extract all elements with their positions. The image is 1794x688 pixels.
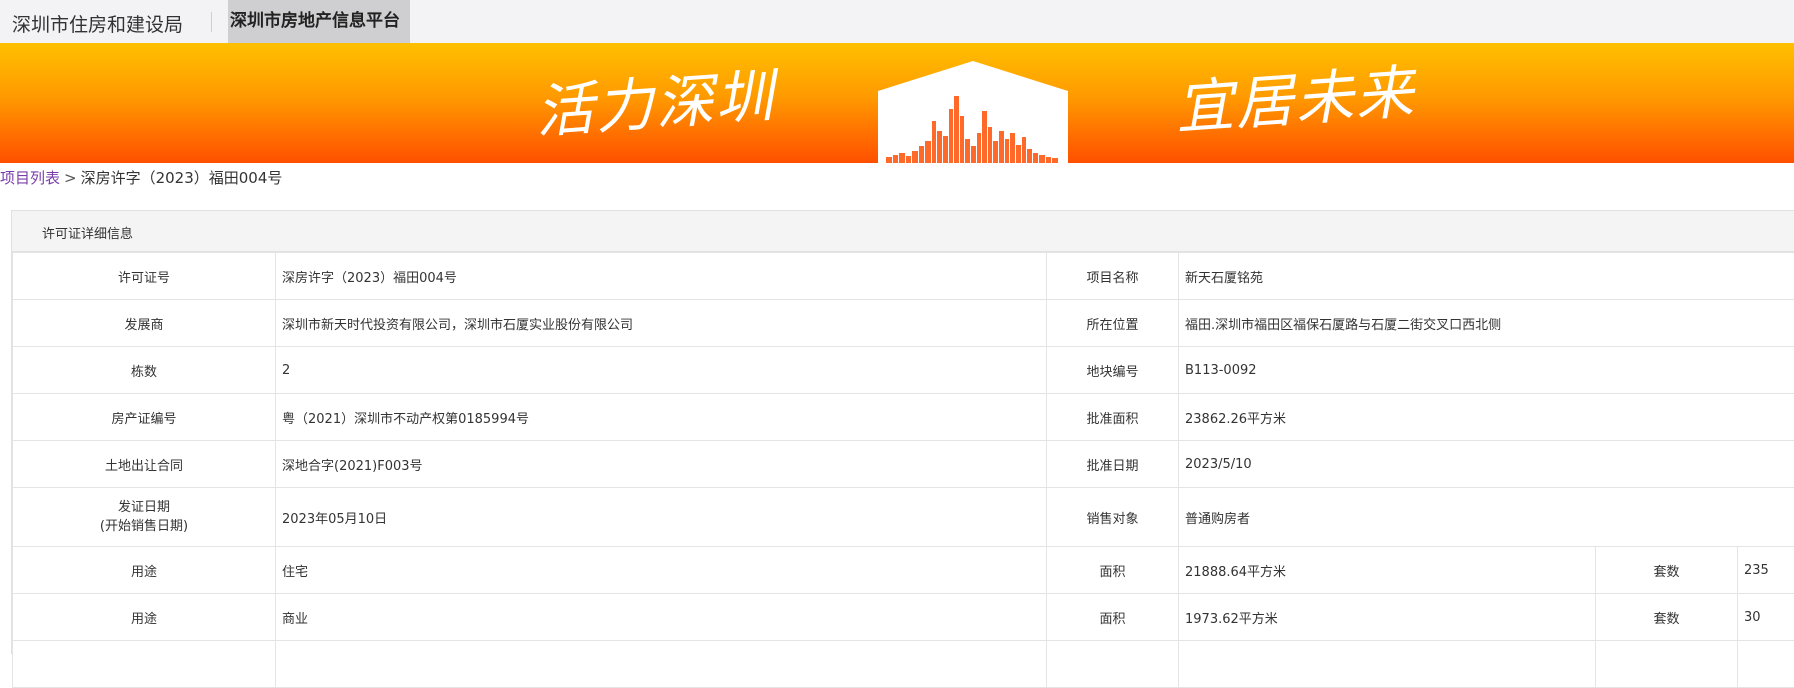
breadcrumb: 项目列表>深房许字（2023）福田004号 [0,167,282,188]
top-navigation-bar: 深圳市住房和建设局 深圳市房地产信息平台 [0,0,1794,44]
usage-area-value: 1973.62平方米 [1179,594,1596,641]
property-cert-value: 粤（2021）深圳市不动产权第0185994号 [276,394,1047,441]
project-name-label: 项目名称 [1047,253,1179,300]
usage-units-label: 套数 [1596,547,1738,594]
sales-target-value: 普通购房者 [1179,488,1794,547]
permit-detail-table: 许可证号 深房许字（2023）福田004号 项目名称 新天石厦铭苑 发展商 深圳… [12,252,1794,688]
issue-date-label-line2: (开始销售日期) [19,517,269,536]
usage-label: 用途 [13,594,276,641]
permit-no-value: 深房许字（2023）福田004号 [276,253,1047,300]
table-row-partial [13,641,1794,688]
usage-units-value: 30 [1738,594,1794,641]
table-row: 发展商 深圳市新天时代投资有限公司，深圳市石厦实业股份有限公司 所在位置 福田.… [13,300,1794,347]
empty-cell [276,641,1047,688]
issue-date-value: 2023年05月10日 [276,488,1047,547]
developer-value: 深圳市新天时代投资有限公司，深圳市石厦实业股份有限公司 [276,300,1047,347]
usage-value: 商业 [276,594,1047,641]
developer-label: 发展商 [13,300,276,347]
approved-area-label: 批准面积 [1047,394,1179,441]
housing-bureau-link[interactable]: 深圳市住房和建设局 [12,10,183,37]
breadcrumb-project-list-link[interactable]: 项目列表 [0,169,60,187]
permit-detail-panel: 许可证详细信息 许可证号 深房许字（2023）福田004号 项目名称 新天石厦铭… [11,210,1794,654]
panel-title: 许可证详细信息 [42,223,133,242]
table-row: 许可证号 深房许字（2023）福田004号 项目名称 新天石厦铭苑 [13,253,1794,300]
buildings-value: 2 [276,347,1047,394]
usage-value: 住宅 [276,547,1047,594]
empty-cell [1738,641,1794,688]
platform-title-tab[interactable]: 深圳市房地产信息平台 [228,0,410,43]
property-cert-label: 房产证编号 [13,394,276,441]
usage-units-label: 套数 [1596,594,1738,641]
usage-area-label: 面积 [1047,594,1179,641]
approved-area-value: 23862.26平方米 [1179,394,1794,441]
panel-header: 许可证详细信息 [12,211,1794,252]
usage-label: 用途 [13,547,276,594]
table-row: 房产证编号 粤（2021）深圳市不动产权第0185994号 批准面积 23862… [13,394,1794,441]
city-skyline-icon [878,61,1068,163]
plot-no-label: 地块编号 [1047,347,1179,394]
empty-cell [13,641,276,688]
project-name-value: 新天石厦铭苑 [1179,253,1794,300]
table-row: 发证日期 (开始销售日期) 2023年05月10日 销售对象 普通购房者 [13,488,1794,547]
empty-cell [1596,641,1738,688]
banner-slogan-left: 活力深圳 [532,49,777,150]
breadcrumb-current: 深房许字（2023）福田004号 [81,169,283,187]
approval-date-label: 批准日期 [1047,441,1179,488]
permit-no-label: 许可证号 [13,253,276,300]
usage-area-value: 21888.64平方米 [1179,547,1596,594]
usage-area-label: 面积 [1047,547,1179,594]
header-banner: 活力深圳 [0,43,1794,163]
buildings-label: 栋数 [13,347,276,394]
usage-row: 用途 商业 面积 1973.62平方米 套数 30 [13,594,1794,641]
plot-no-value: B113-0092 [1179,347,1794,394]
breadcrumb-separator: > [64,169,77,187]
usage-row: 用途 住宅 面积 21888.64平方米 套数 235 [13,547,1794,594]
land-contract-label: 土地出让合同 [13,441,276,488]
approval-date-value: 2023/5/10 [1179,441,1794,488]
table-row: 土地出让合同 深地合字(2021)F003号 批准日期 2023/5/10 [13,441,1794,488]
empty-cell [1179,641,1596,688]
empty-cell [1047,641,1179,688]
header-divider [211,12,212,32]
usage-units-value: 235 [1738,547,1794,594]
sales-target-label: 销售对象 [1047,488,1179,547]
banner-slogan-right: 宜居未来 [1172,45,1417,146]
issue-date-label-line1: 发证日期 [19,498,269,517]
location-value: 福田.深圳市福田区福保石厦路与石厦二街交叉口西北侧 [1179,300,1794,347]
table-row: 栋数 2 地块编号 B113-0092 [13,347,1794,394]
issue-date-label: 发证日期 (开始销售日期) [13,488,276,547]
land-contract-value: 深地合字(2021)F003号 [276,441,1047,488]
location-label: 所在位置 [1047,300,1179,347]
